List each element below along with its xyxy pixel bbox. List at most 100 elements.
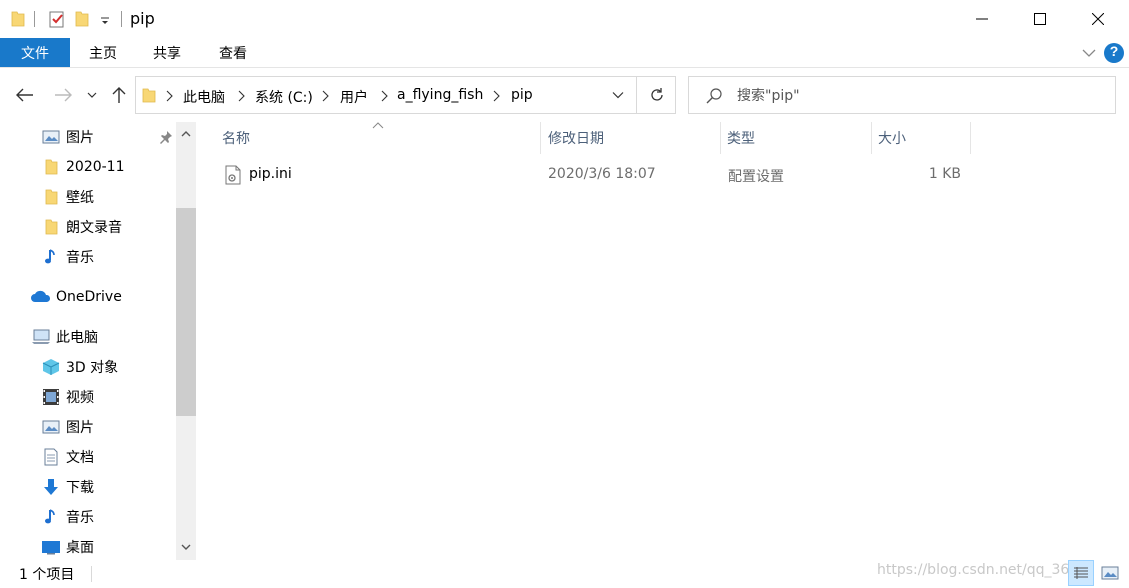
table-row[interactable]: pip.ini 2020/3/6 18:07 配置设置 1 KB [210,160,970,190]
watermark-text: https://blog.csdn.net/qq_36 [877,562,1070,578]
back-button[interactable] [12,82,38,108]
column-divider[interactable] [540,122,541,154]
status-bar: 1 个项目 https://blog.csdn.net/qq_36 [0,560,1129,588]
breadcrumb-system-drive[interactable]: 系统 (C:) [255,87,313,107]
nav-item-folder-recordings[interactable]: 朗文录音 [0,212,175,242]
chevron-up-icon [181,130,191,136]
minimize-button[interactable] [953,0,1011,38]
nav-item-downloads[interactable]: 下载 [0,472,175,502]
divider [121,11,122,27]
column-divider[interactable] [871,122,872,154]
column-divider[interactable] [720,122,721,154]
desktop-icon [41,537,61,557]
column-header-date[interactable]: 修改日期 [548,122,720,154]
column-header-type[interactable]: 类型 [727,122,871,154]
new-folder-icon[interactable] [74,9,90,29]
tab-file[interactable]: 文件 [0,38,70,67]
nav-item-label: 图片 [66,420,94,436]
help-button[interactable]: ? [1102,38,1126,67]
refresh-button[interactable] [640,77,674,113]
search-icon [706,88,722,104]
tab-home[interactable]: 主页 [74,38,132,67]
nav-item-this-pc[interactable]: 此电脑 [0,322,175,352]
breadcrumb-user-folder[interactable]: a_flying_fish [397,87,483,103]
tab-view[interactable]: 查看 [203,38,263,67]
nav-item-label: 图片 [66,130,94,146]
forward-button[interactable] [50,82,76,108]
large-icons-view-button[interactable] [1097,560,1123,586]
pictures-icon [41,127,61,147]
chevron-right-icon[interactable] [320,89,330,103]
details-view-button[interactable] [1068,560,1094,586]
column-header-size[interactable]: 大小 [878,122,970,154]
nav-item-onedrive[interactable]: OneDrive [0,282,175,312]
folder-icon [142,86,156,108]
nav-item-label: 文档 [66,450,94,466]
divider [636,77,637,113]
nav-item-3d-objects[interactable]: 3D 对象 [0,352,175,382]
file-type: 配置设置 [728,169,784,185]
file-name: pip.ini [249,166,292,182]
pin-icon[interactable] [156,127,176,147]
chevron-right-icon[interactable] [491,89,501,103]
details-view-icon [1074,567,1088,579]
nav-item-label: 下载 [66,480,94,496]
navigation-pane: 图片 2020-11 壁纸 朗文录音 音乐 OneDrive 此电脑 3D 对象… [0,122,196,560]
chevron-right-icon[interactable] [379,89,389,103]
up-button[interactable] [106,82,132,108]
nav-item-label: 音乐 [66,510,94,526]
column-divider[interactable] [970,122,971,154]
breadcrumb-pip[interactable]: pip [511,87,533,103]
nav-item-label: 音乐 [66,250,94,266]
chevron-down-icon [87,92,97,98]
address-history-button[interactable] [603,77,633,113]
nav-item-documents[interactable]: 文档 [0,442,175,472]
recent-locations-button[interactable] [82,82,102,108]
divider [91,566,92,582]
file-size: 1 KB [928,166,961,182]
search-input[interactable] [737,85,1097,107]
nav-item-music[interactable]: 音乐 [0,502,175,532]
videos-icon [41,387,61,407]
nav-item-label: 壁纸 [66,190,94,206]
music-icon [41,247,61,267]
breadcrumb-users[interactable]: 用户 [340,87,368,107]
nav-item-pictures[interactable]: 图片 [0,412,175,442]
customize-quick-access-icon[interactable] [98,9,112,29]
scroll-up-button[interactable] [176,124,196,142]
config-file-icon [224,165,242,189]
breadcrumb-this-pc[interactable]: 此电脑 [183,87,225,107]
nav-item-pictures-quick[interactable]: 图片 [0,122,175,152]
nav-item-label: 2020-11 [66,159,125,175]
nav-scrollbar[interactable] [176,122,196,560]
nav-item-folder-2020-11[interactable]: 2020-11 [0,152,175,182]
arrow-left-icon [16,88,33,102]
chevron-right-icon[interactable] [236,89,246,103]
folder-icon [10,9,26,29]
nav-item-folder-wallpaper[interactable]: 壁纸 [0,182,175,212]
3d-objects-icon [41,357,61,377]
arrow-up-icon [112,87,126,103]
nav-item-music-quick[interactable]: 音乐 [0,242,175,272]
scroll-down-button[interactable] [176,538,196,556]
properties-icon[interactable] [48,9,66,29]
ribbon-tabs: 文件 主页 共享 查看 ? [0,38,1129,68]
divider [34,11,35,27]
file-date: 2020/3/6 18:07 [548,166,656,182]
chevron-right-icon [166,90,173,102]
search-box[interactable] [688,76,1116,114]
expand-ribbon-button[interactable] [1078,38,1100,67]
nav-item-videos[interactable]: 视频 [0,382,175,412]
chevron-down-icon [181,544,191,550]
pictures-icon [41,417,61,437]
this-pc-icon [31,327,51,347]
window-title: pip [130,9,155,28]
close-button[interactable] [1069,0,1127,38]
address-bar[interactable]: 此电脑 系统 (C:) 用户 a_flying_fish pip [135,76,676,114]
tab-share[interactable]: 共享 [138,38,196,67]
column-header-name[interactable]: 名称 [222,122,540,154]
maximize-button[interactable] [1011,0,1069,38]
nav-item-desktop[interactable]: 桌面 [0,532,175,562]
close-icon [1092,13,1104,25]
scroll-thumb[interactable] [176,208,196,416]
